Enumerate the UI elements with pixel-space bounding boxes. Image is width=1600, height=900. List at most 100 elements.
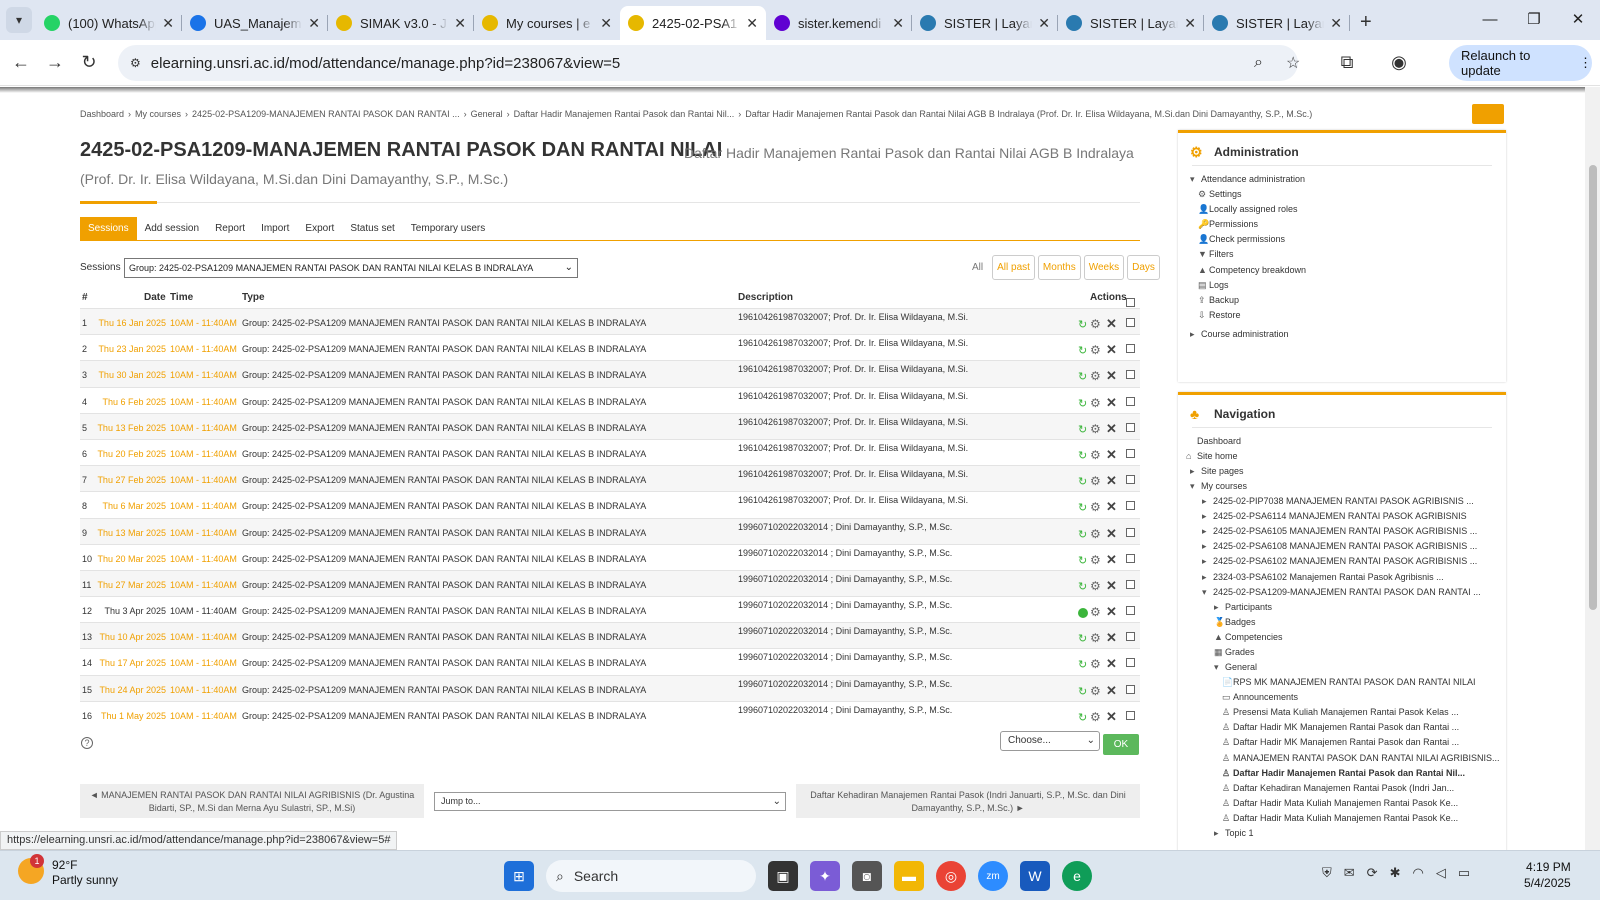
session-time[interactable]: 10AM - 11:40AM xyxy=(170,632,237,642)
change-status-icon[interactable]: ↻ xyxy=(1078,528,1087,541)
row-checkbox[interactable] xyxy=(1126,710,1135,720)
tab-close-icon[interactable]: ✕ xyxy=(1184,15,1196,32)
task-view-icon[interactable]: ▣ xyxy=(768,861,798,891)
site-info-icon[interactable]: ⚙ xyxy=(130,56,141,70)
row-checkbox[interactable] xyxy=(1126,370,1135,380)
tree-item[interactable]: ▾ Attendance administration xyxy=(1190,174,1305,185)
row-checkbox[interactable] xyxy=(1126,658,1135,668)
gear-icon[interactable]: ⚙ xyxy=(1090,553,1101,567)
relaunch-button[interactable]: Relaunch to update ⋮ xyxy=(1449,45,1592,81)
tree-item[interactable]: ⌂ Site home xyxy=(1186,451,1238,461)
gear-icon[interactable]: ⚙ xyxy=(1090,579,1101,593)
take-attendance-icon[interactable] xyxy=(1078,608,1088,619)
row-checkbox[interactable] xyxy=(1126,606,1135,616)
row-checkbox[interactable] xyxy=(1126,475,1135,485)
change-status-icon[interactable]: ↻ xyxy=(1078,554,1087,567)
row-checkbox[interactable] xyxy=(1126,632,1135,642)
change-status-icon[interactable]: ↻ xyxy=(1078,344,1087,357)
tree-item[interactable]: ▲ Competency breakdown xyxy=(1198,265,1306,275)
forward-button[interactable]: → xyxy=(38,52,72,73)
tree-item[interactable]: ♙ Daftar Hadir MK Manajemen Rantai Pasok … xyxy=(1222,722,1459,733)
row-checkbox[interactable] xyxy=(1126,684,1135,694)
more-menu-icon[interactable]: ⋮ xyxy=(1579,55,1592,71)
tree-item[interactable]: ▸ Topic 1 xyxy=(1214,828,1254,839)
change-status-icon[interactable]: ↻ xyxy=(1078,711,1087,724)
change-status-icon[interactable]: ↻ xyxy=(1078,370,1087,383)
tree-item[interactable]: ▾ General xyxy=(1214,662,1257,673)
session-time[interactable]: 10AM - 11:40AM xyxy=(170,318,237,328)
tree-item[interactable]: ♙ Daftar Hadir MK Manajemen Rantai Pasok … xyxy=(1222,737,1459,748)
row-checkbox[interactable] xyxy=(1126,501,1135,511)
address-bar[interactable]: ⚙ elearning.unsri.ac.id/mod/attendance/m… xyxy=(118,45,1300,81)
gear-icon[interactable]: ⚙ xyxy=(1090,317,1101,331)
gear-icon[interactable]: ⚙ xyxy=(1090,657,1101,671)
browser-tab[interactable]: UAS_Manajemen ✕ xyxy=(182,6,328,40)
browser-tab[interactable]: (100) WhatsApp ✕ xyxy=(36,6,182,40)
tree-item[interactable]: ▲ Competencies xyxy=(1214,632,1283,642)
help-icon[interactable]: ? xyxy=(81,737,93,749)
session-date[interactable]: Thu 24 Apr 2025 xyxy=(99,685,166,695)
delete-icon[interactable]: ✕ xyxy=(1106,395,1117,411)
tree-item[interactable]: 👤Locally assigned roles xyxy=(1198,204,1298,215)
word-icon[interactable]: W xyxy=(1020,861,1050,891)
delete-icon[interactable]: ✕ xyxy=(1106,499,1117,515)
system-clock[interactable]: 4:19 PM 5/4/2025 xyxy=(1524,859,1571,891)
session-time[interactable]: 10AM - 11:40AM xyxy=(170,685,237,695)
sync-icon[interactable]: ⟳ xyxy=(1367,865,1378,881)
file-explorer-icon[interactable]: ▬ xyxy=(894,861,924,891)
ok-button[interactable]: OK xyxy=(1103,734,1139,755)
tab-status-set[interactable]: Status set xyxy=(342,217,402,240)
tree-item[interactable]: ▸ Site pages xyxy=(1190,466,1244,477)
tab-add-session[interactable]: Add session xyxy=(137,217,207,240)
zoom-app-icon[interactable]: zm xyxy=(978,861,1008,891)
breadcrumb-item[interactable]: My courses xyxy=(135,109,181,119)
gear-icon[interactable]: ⚙ xyxy=(1090,710,1101,724)
tree-item[interactable]: ▸ 2324-03-PSA6102 Manajemen Rantai Pasok … xyxy=(1202,572,1444,583)
bookmark-star-icon[interactable]: ☆ xyxy=(1286,53,1300,73)
tree-item[interactable]: ♙ Presensi Mata Kuliah Manajemen Rantai P… xyxy=(1222,707,1459,718)
session-time[interactable]: 10AM - 11:40AM xyxy=(170,397,237,407)
tree-item[interactable]: ⇪ Backup xyxy=(1198,295,1239,306)
browser-tab[interactable]: SISTER | Layan ✕ xyxy=(1204,6,1350,40)
tree-item[interactable]: ▼ Filters xyxy=(1198,249,1234,259)
tree-item[interactable]: 👤Check permissions xyxy=(1198,234,1285,245)
session-date[interactable]: Thu 16 Jan 2025 xyxy=(98,318,166,328)
session-time[interactable]: 10AM - 11:40AM xyxy=(170,711,237,721)
gear-icon[interactable]: ⚙ xyxy=(1090,527,1101,541)
tab-sessions[interactable]: Sessions xyxy=(80,217,137,240)
row-checkbox[interactable] xyxy=(1126,579,1135,589)
gear-icon[interactable]: ⚙ xyxy=(1090,448,1101,462)
row-checkbox[interactable] xyxy=(1126,344,1135,354)
battery-icon[interactable]: ▭ xyxy=(1458,865,1470,881)
browser-tab[interactable]: My courses | e ✕ xyxy=(474,6,620,40)
delete-icon[interactable]: ✕ xyxy=(1106,473,1117,489)
new-tab-button[interactable]: + xyxy=(1360,11,1372,34)
session-date[interactable]: Thu 1 May 2025 xyxy=(101,711,166,721)
delete-icon[interactable]: ✕ xyxy=(1106,421,1117,437)
tree-item[interactable]: ♙ MANAJEMEN RANTAI PASOK DAN RANTAI NILAI… xyxy=(1222,753,1500,764)
change-status-icon[interactable]: ↻ xyxy=(1078,501,1087,514)
tab-close-icon[interactable]: ✕ xyxy=(892,15,904,32)
filter-days-button[interactable]: Days xyxy=(1127,255,1160,280)
copilot-icon[interactable]: ✦ xyxy=(810,861,840,891)
tab-temporary-users[interactable]: Temporary users xyxy=(403,217,493,240)
session-date[interactable]: Thu 13 Mar 2025 xyxy=(97,528,166,538)
change-status-icon[interactable]: ↻ xyxy=(1078,658,1087,671)
change-status-icon[interactable]: ↻ xyxy=(1078,318,1087,331)
breadcrumb-item[interactable]: Daftar Hadir Manajemen Rantai Pasok dan … xyxy=(745,109,1312,119)
delete-icon[interactable]: ✕ xyxy=(1106,316,1117,332)
filter-all[interactable]: All xyxy=(972,262,983,273)
group-select[interactable]: Group: 2425-02-PSA1209 MANAJEMEN RANTAI … xyxy=(124,258,578,278)
session-date[interactable]: Thu 23 Jan 2025 xyxy=(98,344,166,354)
row-checkbox[interactable] xyxy=(1126,318,1135,327)
scrollbar-thumb[interactable] xyxy=(1589,165,1597,610)
row-checkbox[interactable] xyxy=(1126,527,1135,537)
tab-close-icon[interactable]: ✕ xyxy=(600,15,612,32)
session-date[interactable]: Thu 27 Feb 2025 xyxy=(97,475,166,485)
gear-icon[interactable]: ⚙ xyxy=(1090,605,1101,619)
delete-icon[interactable]: ✕ xyxy=(1106,526,1117,542)
zoom-icon[interactable]: ⌕ xyxy=(1254,54,1263,72)
tab-search-button[interactable]: ▾ xyxy=(6,7,32,33)
session-time[interactable]: 10AM - 11:40AM xyxy=(170,370,237,380)
session-time[interactable]: 10AM - 11:40AM xyxy=(170,606,237,616)
